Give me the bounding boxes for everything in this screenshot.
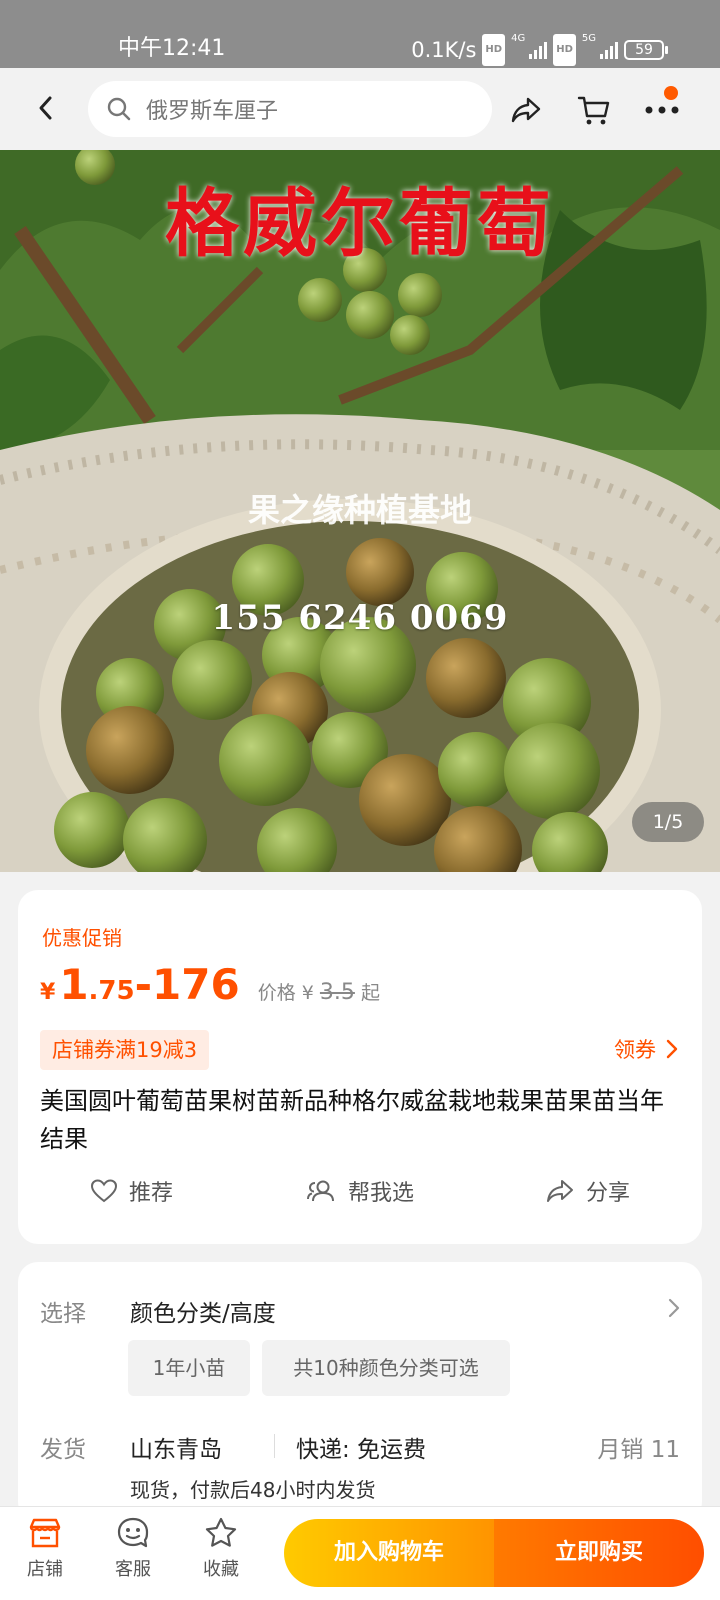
buy-now-button[interactable]: 立即购买: [494, 1519, 704, 1587]
add-to-cart-button[interactable]: 加入购物车: [284, 1519, 494, 1587]
service-tab[interactable]: 客服: [98, 1517, 168, 1581]
ship-method: 快递: 免运费: [296, 1437, 427, 1463]
price-low-dec: .75: [88, 976, 135, 1006]
spec-chip[interactable]: 1年小苗: [128, 1340, 250, 1396]
back-icon: [39, 96, 52, 120]
hd-badge: HD: [482, 34, 506, 66]
get-coupon-label: 领券: [614, 1038, 656, 1062]
options-card: 选择 颜色分类/高度 1年小苗 共10种颜色分类可选 发货 山东青岛 快递: 免…: [18, 1262, 702, 1522]
recommend-button[interactable]: 推荐: [18, 1170, 246, 1212]
network-type-label-2: 5G: [581, 33, 596, 44]
notification-badge: [664, 86, 678, 100]
price-low-int: 1: [59, 960, 89, 1009]
price-high: 176: [152, 960, 240, 1009]
store-coupon-tag[interactable]: 店铺券满19减3: [40, 1030, 210, 1070]
share-product-button[interactable]: 分享: [474, 1170, 702, 1212]
star-icon: [205, 1517, 237, 1547]
heart-icon: [90, 1179, 117, 1203]
product-gallery[interactable]: 格威尔葡萄 果之缘种植基地 155 6246 0069 1/5: [0, 150, 720, 872]
monthly-sales: 月销 11: [597, 1437, 680, 1463]
service-icon: [117, 1517, 149, 1548]
product-title: 美国圆叶葡萄苗果树苗新品种格尔威盆栽地栽果苗果苗当年结果: [40, 1087, 664, 1153]
spec-chip-more[interactable]: 共10种颜色分类可选: [262, 1340, 510, 1396]
users-icon: [306, 1180, 334, 1202]
store-icon: [29, 1518, 61, 1548]
select-label: 选择: [40, 1301, 86, 1327]
share-icon: [511, 97, 541, 123]
back-button[interactable]: [28, 90, 64, 126]
search-bar[interactable]: 俄罗斯车厘子: [88, 81, 492, 137]
cart-button[interactable]: [574, 90, 614, 130]
product-actions: 推荐 帮我选 分享: [18, 1170, 702, 1212]
store-tab[interactable]: 店铺: [10, 1517, 80, 1581]
purchase-buttons: 加入购物车 立即购买: [284, 1519, 704, 1587]
search-icon: [107, 97, 131, 121]
share-label: 分享: [585, 1181, 630, 1206]
ship-location: 山东青岛: [130, 1437, 222, 1463]
battery-icon: 59: [624, 40, 668, 60]
service-tab-label: 客服: [115, 1559, 151, 1580]
ship-note: 现货，付款后48小时内发货: [130, 1478, 376, 1502]
price-card: 优惠促销 ¥ 1 .75 - 176 价格 ¥ 3.5 起 店铺券满19减3 领…: [18, 890, 702, 1244]
battery-level: 59: [624, 40, 664, 60]
signal-icon-2: [600, 41, 618, 59]
search-placeholder: 俄罗斯车厘子: [146, 99, 279, 124]
share-icon: [546, 1180, 573, 1202]
price-dash: -: [134, 960, 153, 1009]
divider: [274, 1434, 275, 1458]
share-button[interactable]: [506, 90, 546, 130]
original-price-label: 价格 ¥: [257, 982, 314, 1004]
net-speed: 0.1K/s: [411, 38, 477, 62]
chevron-right-icon: [666, 1039, 678, 1059]
signal-icon: [529, 41, 548, 59]
image-banner-title: 格威尔葡萄: [165, 181, 555, 267]
more-icon: [645, 106, 679, 114]
network-type-label: 4G: [511, 33, 526, 44]
select-spec-title[interactable]: 颜色分类/高度: [130, 1294, 276, 1328]
more-button[interactable]: [642, 86, 682, 130]
status-time: 中午12:41: [118, 36, 226, 61]
chevron-right-icon[interactable]: [668, 1298, 680, 1318]
status-bar: 中午12:41 0.1K/s HD 4G HD 5G 59: [0, 0, 720, 68]
ship-label: 发货: [40, 1437, 86, 1463]
image-phone-number: 155 6246 0069: [211, 598, 509, 638]
status-indicators: 0.1K/s HD 4G HD 5G 59: [411, 34, 668, 66]
original-price-value: 3.5: [319, 980, 355, 1005]
help-choose-button[interactable]: 帮我选: [246, 1170, 474, 1212]
bottom-bar: 店铺 客服 收藏 加入购物车 立即购买: [0, 1506, 720, 1600]
cart-icon: [577, 96, 610, 125]
promo-label: 优惠促销: [42, 926, 122, 950]
favorite-tab[interactable]: 收藏: [186, 1517, 256, 1581]
original-price: 价格 ¥ 3.5 起: [258, 978, 380, 1005]
help-choose-label: 帮我选: [347, 1181, 414, 1206]
price-range: ¥ 1 .75 - 176 价格 ¥ 3.5 起: [40, 960, 380, 1009]
top-nav: 俄罗斯车厘子: [0, 68, 720, 150]
recommend-label: 推荐: [128, 1181, 173, 1206]
original-price-suffix: 起: [360, 982, 380, 1004]
hd-badge-2: HD: [553, 34, 576, 66]
image-counter: 1/5: [632, 802, 704, 842]
favorite-tab-label: 收藏: [203, 1559, 239, 1580]
store-tab-label: 店铺: [27, 1559, 63, 1580]
currency-symbol: ¥: [40, 980, 56, 1005]
image-watermark: 果之缘种植基地: [247, 491, 472, 529]
get-coupon-link[interactable]: 领券: [614, 1034, 678, 1064]
